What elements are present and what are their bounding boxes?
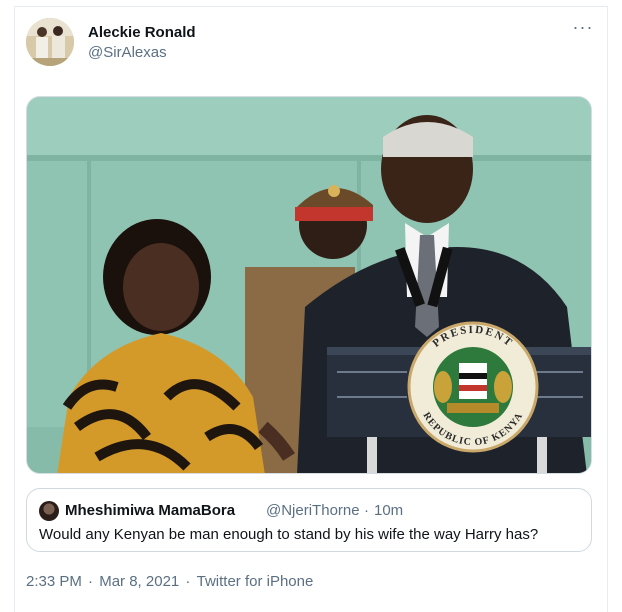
- meta-separator: ·: [83, 573, 98, 590]
- quoted-author-handle[interactable]: @NjeriThorne: [266, 502, 360, 519]
- tweet-meta: 2:33 PM · Mar 8, 2021 · Twitter for iPho…: [26, 573, 315, 590]
- tweet-date[interactable]: Mar 8, 2021: [99, 573, 179, 590]
- quoted-separator: ·: [364, 502, 369, 519]
- photo-image: PRESIDENT REPUBLIC OF KENYA: [27, 97, 591, 473]
- more-options-button[interactable]: ···: [572, 18, 594, 40]
- tweet-time[interactable]: 2:33 PM: [26, 573, 82, 590]
- tweet-source[interactable]: Twitter for iPhone: [197, 573, 314, 590]
- quoted-timestamp[interactable]: 10m: [374, 502, 403, 519]
- tweet-photo[interactable]: PRESIDENT REPUBLIC OF KENYA: [26, 96, 592, 474]
- author-name[interactable]: Aleckie Ronald: [88, 24, 196, 41]
- more-horizontal-icon: ···: [572, 17, 594, 37]
- quoted-author-avatar[interactable]: [39, 501, 59, 521]
- quoted-author-name[interactable]: Mheshimiwa MamaBora: [65, 502, 235, 519]
- quoted-tweet-text: Would any Kenyan be man enough to stand …: [39, 526, 539, 543]
- author-avatar[interactable]: [26, 18, 74, 66]
- meta-separator: ·: [181, 573, 195, 590]
- quoted-tweet[interactable]: Mheshimiwa MamaBora @NjeriThorne · 10m W…: [26, 488, 592, 552]
- author-handle[interactable]: @SirAlexas: [88, 44, 167, 61]
- avatar-image: [26, 18, 74, 66]
